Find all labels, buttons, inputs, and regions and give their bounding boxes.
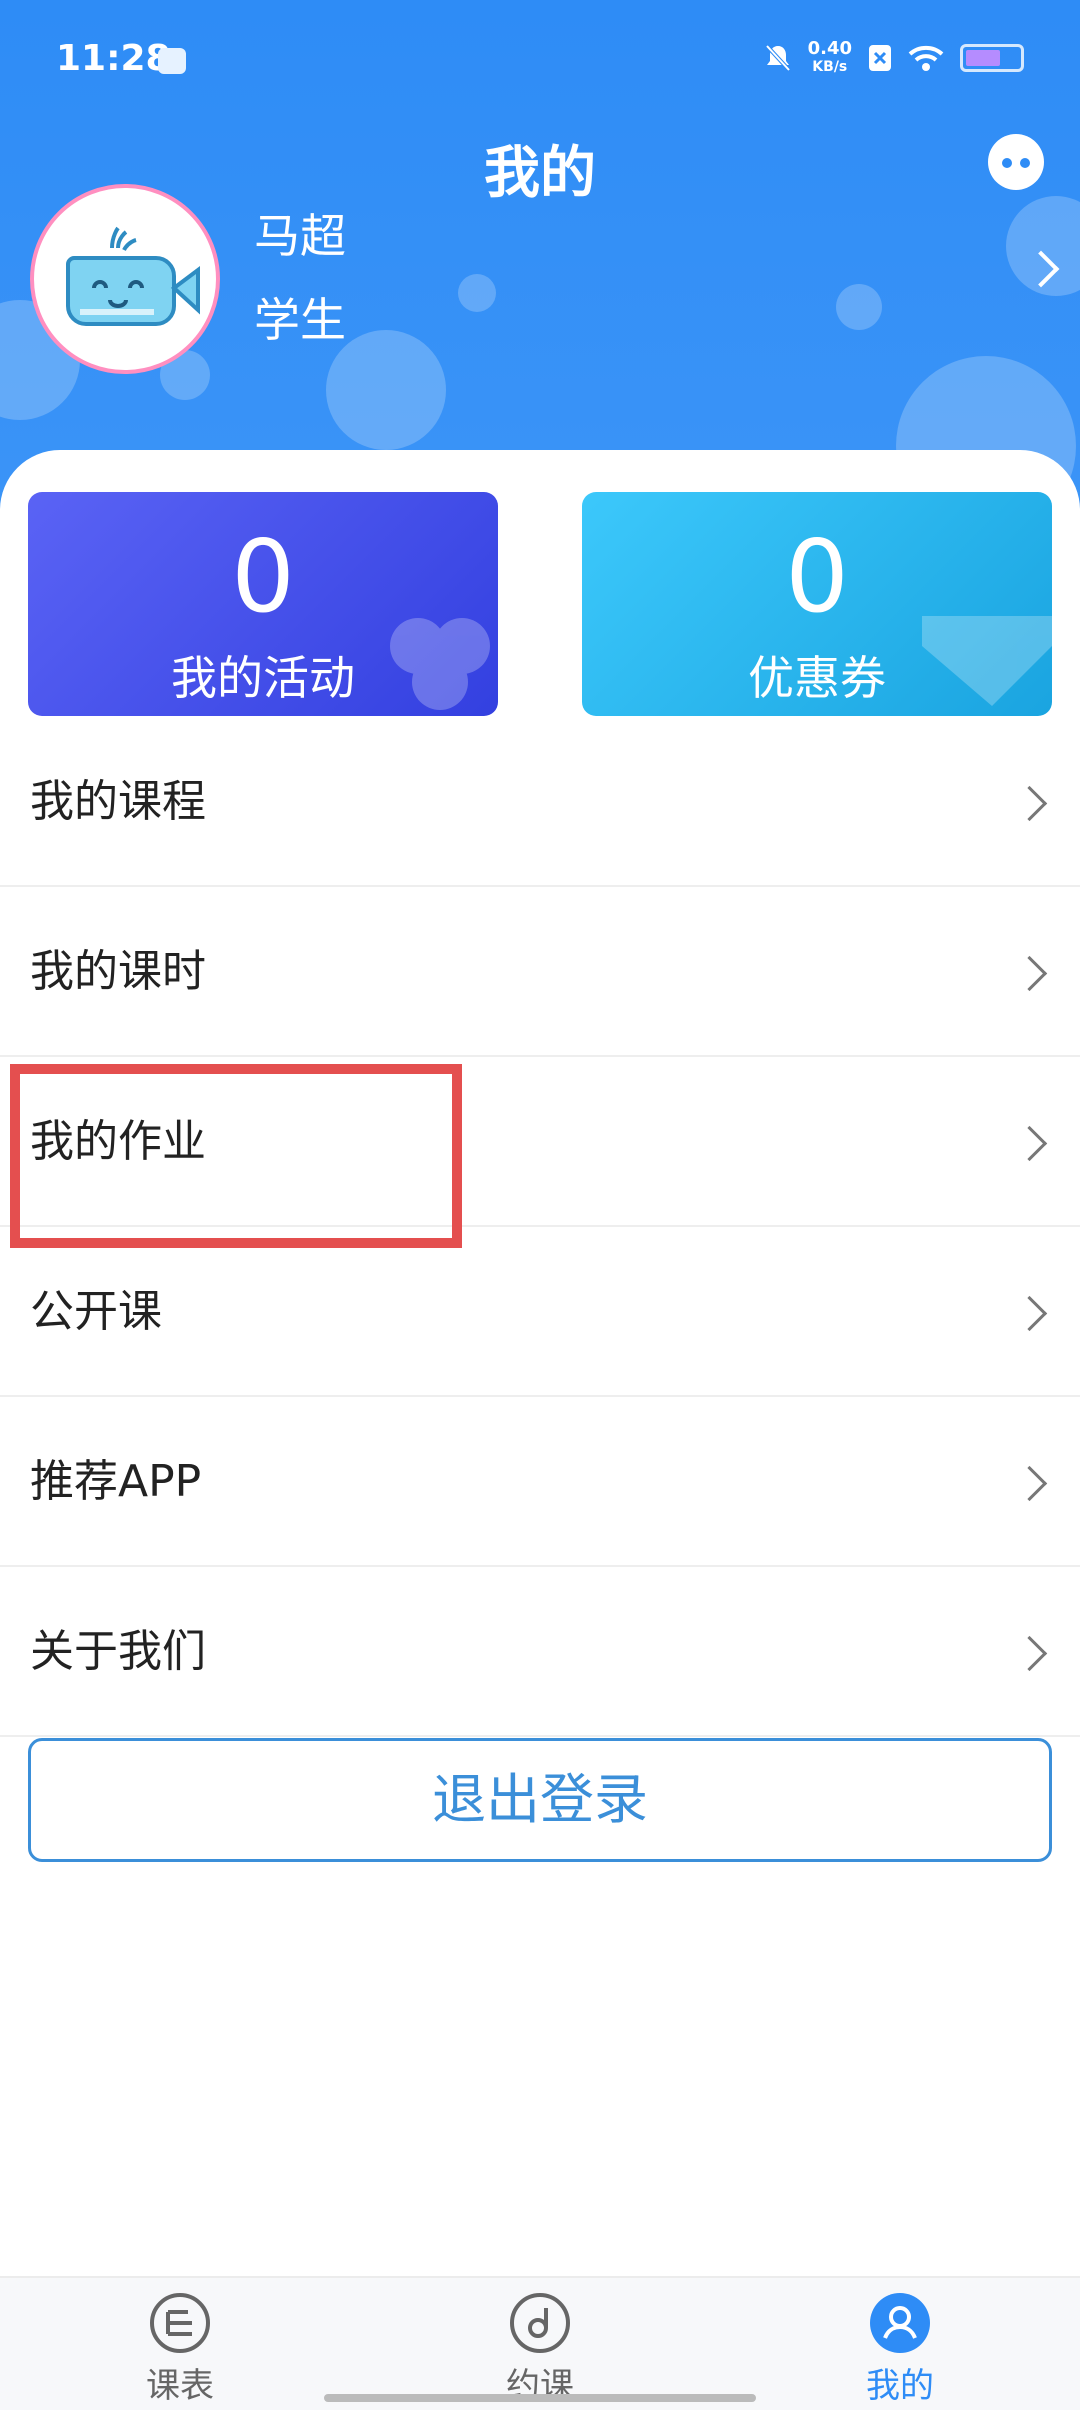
notification-app-icon (158, 48, 186, 74)
coupons-count: 0 (785, 518, 849, 635)
user-name: 马超 (254, 209, 346, 263)
chevron-right-icon (1011, 1635, 1048, 1672)
profile-header: 11:28 0.40 KB/s 我的 马超 学生 (0, 0, 1080, 520)
mute-bell-icon (765, 44, 791, 72)
menu-item-open-class[interactable]: 公开课 (0, 1227, 1080, 1397)
schedule-icon (150, 2293, 210, 2353)
tab-book-class[interactable]: 约课 (440, 2278, 640, 2410)
bottom-tab-bar: 课表 约课 我的 (0, 2276, 1080, 2410)
decor-bubble (458, 274, 496, 312)
tab-mine[interactable]: 我的 (800, 2278, 1000, 2410)
profile-icon (870, 2293, 930, 2353)
wifi-icon (908, 45, 944, 71)
menu-item-label: 公开课 (30, 1286, 162, 1337)
highlight-box (10, 1064, 462, 1248)
home-indicator[interactable] (324, 2394, 756, 2402)
coupons-card[interactable]: 0 优惠券 (582, 492, 1052, 716)
coupons-label: 优惠券 (748, 651, 886, 705)
menu-item-label: 推荐APP (30, 1456, 202, 1507)
chevron-right-icon (1011, 955, 1048, 992)
menu-item-label: 关于我们 (30, 1626, 206, 1677)
net-speed-value: 0.40 (807, 38, 852, 59)
book-class-icon (510, 2293, 570, 2353)
status-time: 11:28 (56, 38, 171, 79)
battery-icon (960, 44, 1024, 72)
menu-item-label: 我的课程 (30, 776, 206, 827)
chevron-right-icon (1011, 1465, 1048, 1502)
avatar[interactable] (30, 184, 220, 374)
activities-count: 0 (231, 518, 295, 635)
chevron-right-icon (1011, 785, 1048, 822)
tab-schedule[interactable]: 课表 (80, 2278, 280, 2410)
my-activities-card[interactable]: 0 我的活动 (28, 492, 498, 716)
menu-item-about-us[interactable]: 关于我们 (0, 1567, 1080, 1737)
activities-label: 我的活动 (171, 651, 355, 705)
menu-item-recommend-app[interactable]: 推荐APP (0, 1397, 1080, 1567)
status-icons: 0.40 KB/s (764, 40, 1024, 76)
net-speed-unit: KB/s (812, 59, 848, 75)
tab-label: 我的 (866, 2366, 934, 2406)
chevron-right-icon (1011, 1125, 1048, 1162)
logout-button[interactable]: 退出登录 (28, 1738, 1052, 1862)
tab-label: 课表 (146, 2366, 214, 2406)
chevron-right-icon (1011, 1295, 1048, 1332)
net-speed: 0.40 KB/s (808, 40, 852, 76)
menu-item-label: 我的课时 (30, 946, 206, 997)
whale-avatar-icon (66, 226, 200, 326)
menu-item-my-courses[interactable]: 我的课程 (0, 717, 1080, 887)
no-sim-icon (869, 45, 891, 71)
user-role: 学生 (254, 293, 346, 347)
decor-bubble (836, 284, 882, 330)
menu-item-my-class-hours[interactable]: 我的课时 (0, 887, 1080, 1057)
message-icon[interactable] (988, 134, 1044, 190)
